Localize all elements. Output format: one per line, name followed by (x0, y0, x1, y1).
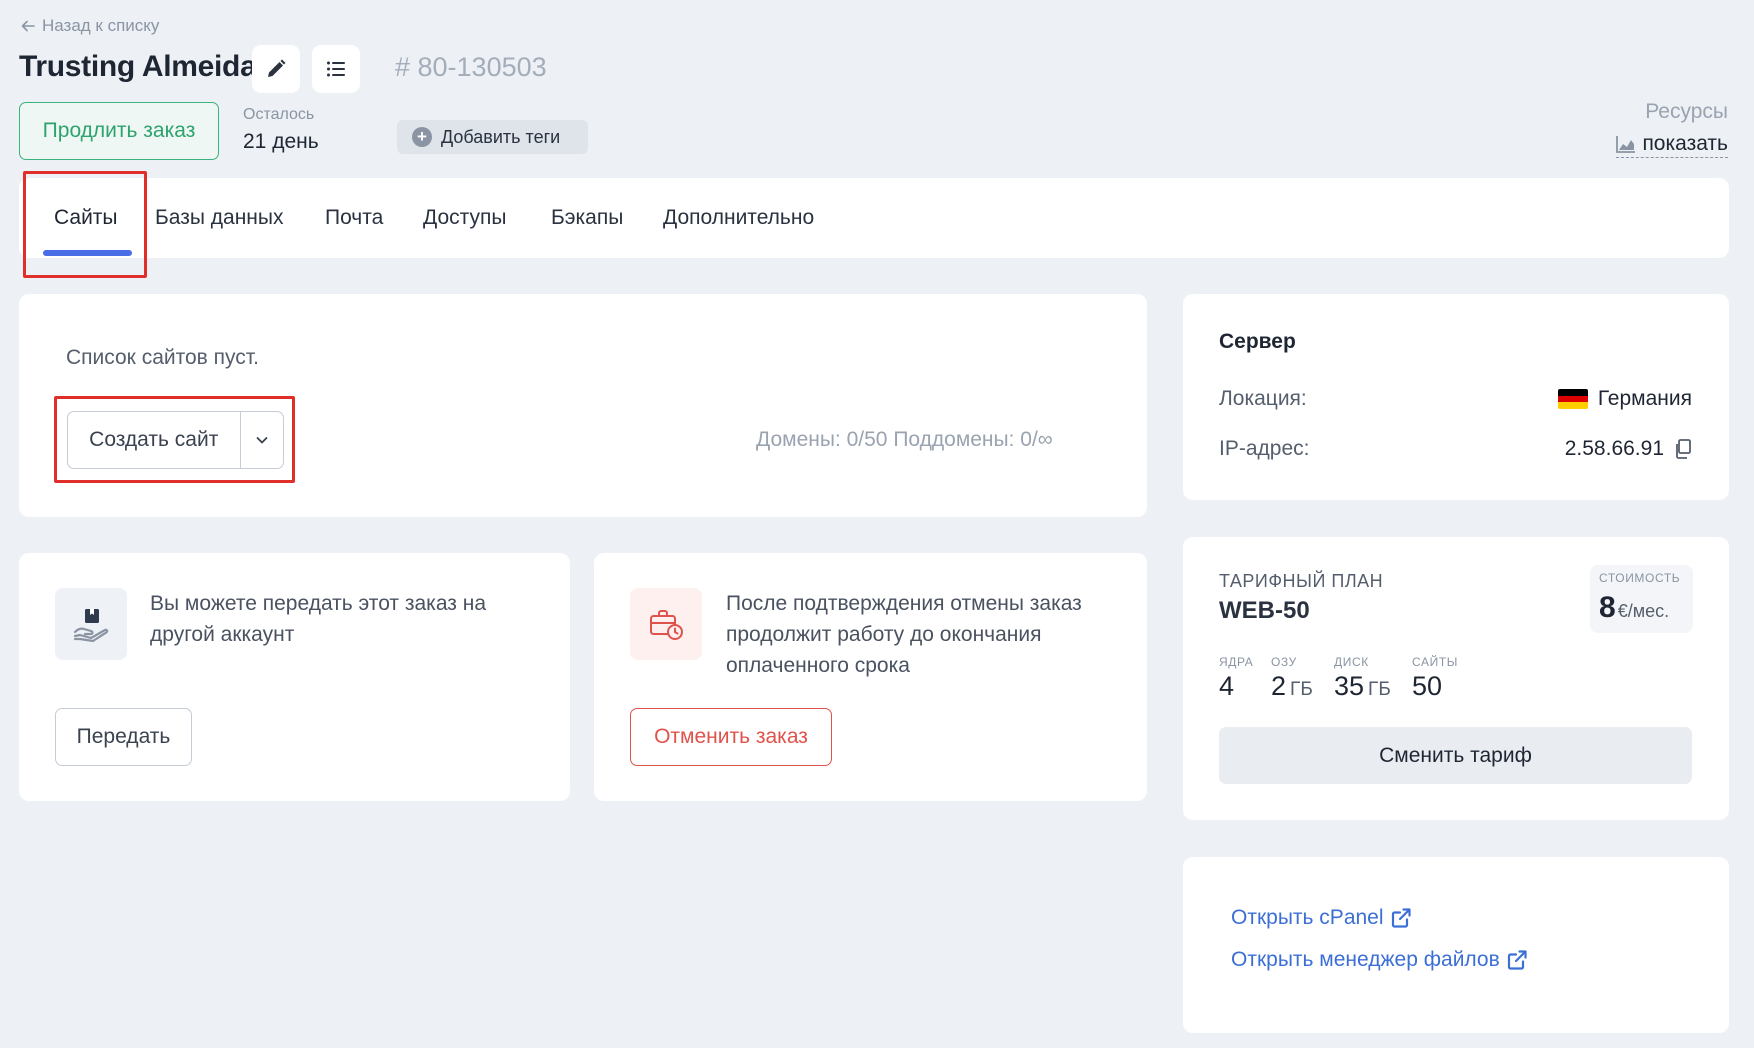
edit-name-button[interactable] (252, 45, 300, 93)
tab-access[interactable]: Доступы (423, 206, 506, 230)
hand-box-icon (55, 588, 127, 660)
spec-disk: ДИСК 35 ГБ (1334, 655, 1391, 702)
remaining-label: Осталось (243, 106, 315, 123)
show-resources-link[interactable]: показать (1616, 132, 1728, 158)
back-link-label: Назад к списку (42, 16, 160, 35)
transfer-button[interactable]: Передать (55, 708, 192, 766)
spec-value: 50 (1412, 671, 1443, 701)
add-tags-button[interactable]: + Добавить теги (397, 120, 588, 154)
show-resources-label: показать (1642, 132, 1728, 155)
location-value: Германия (1557, 387, 1692, 411)
arrow-left-icon (21, 20, 35, 32)
spec-cores: ЯДРА 4 (1219, 655, 1253, 702)
spec-unit: ГБ (1290, 679, 1313, 700)
ip-label: IP-адрес: (1219, 437, 1310, 460)
cost-amount: 8 (1599, 591, 1616, 624)
tabs-bar: Сайты Базы данных Почта Доступы Бэкапы Д… (19, 178, 1729, 258)
tab-additional[interactable]: Дополнительно (663, 206, 814, 230)
open-cpanel-label: Открыть cPanel (1231, 906, 1384, 929)
ip-value: 2.58.66.91 (1565, 437, 1692, 461)
spec-sites: САЙТЫ 50 (1412, 655, 1458, 702)
copy-icon[interactable] (1674, 439, 1692, 459)
spec-label: ЯДРА (1219, 655, 1254, 669)
spec-label: ОЗУ (1271, 655, 1297, 669)
spec-label: ДИСК (1334, 655, 1369, 669)
extend-order-button[interactable]: Продлить заказ (19, 102, 219, 160)
create-site-dropdown-toggle[interactable] (241, 412, 283, 468)
spec-unit: ГБ (1368, 679, 1391, 700)
transfer-description: Вы можете передать этот заказ на другой … (150, 592, 486, 646)
ip-address: 2.58.66.91 (1564, 437, 1664, 460)
external-link-icon (1507, 950, 1527, 970)
external-link-icon (1391, 908, 1411, 928)
spec-value: 35 (1334, 671, 1365, 701)
back-to-list-link[interactable]: Назад к списку (20, 16, 159, 36)
open-file-manager-label: Открыть менеджер файлов (1231, 948, 1500, 971)
open-file-manager-link[interactable]: Открыть менеджер файлов (1231, 948, 1528, 972)
sites-empty-message: Список сайтов пуст. (66, 346, 259, 369)
pencil-icon (268, 59, 286, 77)
spec-label: САЙТЫ (1412, 655, 1458, 669)
resources-label: Ресурсы (1645, 100, 1728, 123)
list-view-button[interactable] (312, 45, 360, 93)
tab-backups[interactable]: Бэкапы (551, 206, 623, 230)
server-title: Сервер (1219, 330, 1296, 353)
chart-icon (1616, 136, 1636, 153)
cost-unit: €/мес. (1617, 601, 1670, 621)
remaining-value: 21 день (243, 130, 319, 153)
plan-label: ТАРИФНЫЙ ПЛАН (1219, 571, 1384, 591)
list-icon (327, 61, 345, 77)
domains-counter: Домены: 0/50 Поддомены: 0/∞ (756, 428, 1053, 451)
spec-value: 2 (1271, 671, 1287, 701)
open-cpanel-link[interactable]: Открыть cPanel (1231, 906, 1412, 930)
tab-mail[interactable]: Почта (325, 206, 383, 230)
change-plan-button[interactable]: Сменить тариф (1219, 727, 1692, 784)
links-panel (1183, 857, 1729, 1033)
sites-panel (19, 294, 1147, 517)
order-title: Trusting Almeida (19, 50, 257, 83)
spec-value: 4 (1219, 671, 1235, 701)
order-number: # 80-130503 (395, 52, 547, 82)
cost-box: СТОИМОСТЬ 8 €/мес. (1590, 565, 1693, 633)
plus-circle-icon: + (412, 127, 432, 147)
tab-databases[interactable]: Базы данных (155, 206, 284, 230)
location-country: Германия (1597, 387, 1692, 410)
location-label: Локация: (1219, 387, 1307, 410)
cost-value: 8 €/мес. (1599, 591, 1684, 625)
cost-label: СТОИМОСТЬ (1599, 571, 1681, 585)
tab-sites[interactable]: Сайты (54, 206, 118, 230)
active-tab-indicator (43, 250, 132, 256)
spec-ram: ОЗУ 2 ГБ (1271, 655, 1313, 702)
create-site-button-group: Создать сайт (67, 411, 284, 469)
create-site-button[interactable]: Создать сайт (68, 412, 240, 468)
add-tags-label: Добавить теги (441, 126, 561, 147)
chevron-down-icon (256, 437, 268, 444)
cancel-order-button[interactable]: Отменить заказ (630, 708, 832, 766)
briefcase-clock-icon (630, 588, 702, 660)
cancel-description: После подтверждения отмены заказ продолж… (726, 592, 1082, 677)
plan-name: WEB-50 (1219, 597, 1310, 624)
germany-flag-icon (1557, 389, 1588, 409)
